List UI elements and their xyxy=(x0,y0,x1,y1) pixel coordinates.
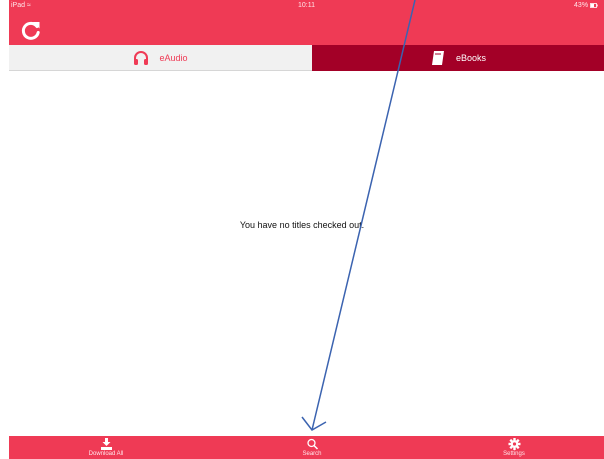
tab-bar: eAudio eBooks xyxy=(9,45,604,71)
refresh-icon xyxy=(21,21,40,40)
download-all-icon xyxy=(100,438,112,450)
tab-eaudio-label: eAudio xyxy=(159,52,188,63)
bottom-nav: Download All Search Settings xyxy=(9,436,604,459)
battery-percent: 43% xyxy=(574,2,589,9)
settings-label: Settings xyxy=(503,451,525,457)
download-all-label: Download All xyxy=(88,451,124,457)
tab-eaudio[interactable]: eAudio xyxy=(9,45,312,71)
settings-button[interactable]: Settings xyxy=(454,436,574,459)
battery-icon xyxy=(590,2,598,8)
gear-icon xyxy=(508,438,520,450)
refresh-button[interactable] xyxy=(20,19,42,41)
top-bar: iPad ≈ 10:11 43% xyxy=(9,0,604,45)
status-battery: 43% xyxy=(574,2,598,9)
search-button[interactable]: Search xyxy=(252,436,372,459)
empty-state-message: You have no titles checked out. xyxy=(239,220,365,230)
search-icon xyxy=(306,438,318,450)
headphones-icon xyxy=(134,50,149,65)
tab-ebooks-label: eBooks xyxy=(455,53,487,63)
search-label: Search xyxy=(302,451,322,457)
status-time: 10:11 xyxy=(298,2,315,9)
download-all-button[interactable]: Download All xyxy=(46,436,166,459)
book-icon xyxy=(431,51,444,65)
tab-ebooks[interactable]: eBooks xyxy=(312,45,604,71)
